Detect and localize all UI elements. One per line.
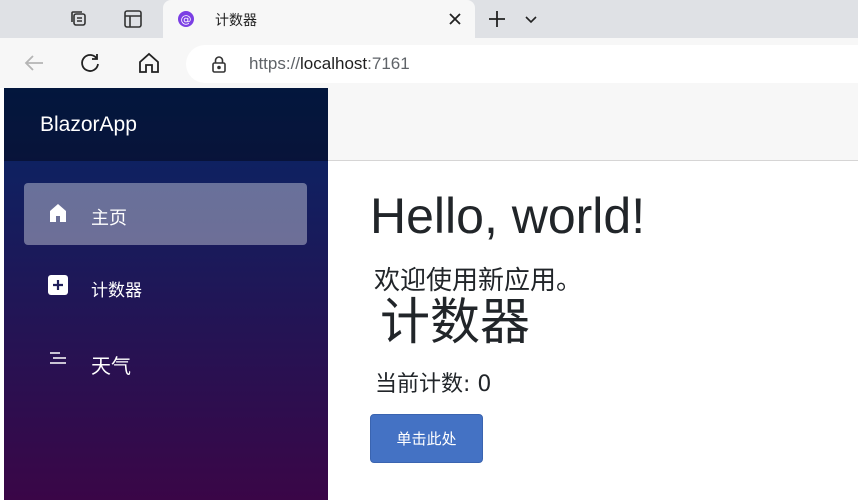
svg-text:@: @ (181, 13, 192, 26)
sidebar-item-home[interactable]: 主页 (24, 183, 307, 245)
brand-link[interactable]: BlazorApp (40, 113, 137, 137)
url-port: :7161 (367, 54, 410, 73)
list-icon (46, 347, 70, 371)
counter-heading: 计数器 (380, 293, 530, 351)
sidebar-item-counter[interactable]: 计数器 (24, 255, 307, 317)
click-me-button[interactable]: 单击此处 (370, 414, 483, 463)
sidebar-item-label: 天气 (91, 354, 131, 378)
chevron-down-icon[interactable] (522, 10, 540, 28)
url-host: localhost (300, 54, 368, 73)
close-tab-icon[interactable] (445, 9, 465, 29)
sidebar-item-weather[interactable]: 天气 (24, 329, 307, 391)
tab-actions-icon[interactable] (120, 6, 146, 32)
sidebar-header: BlazorApp (4, 88, 328, 161)
tab-title: 计数器 (215, 13, 257, 29)
sidebar: BlazorApp 主页 计数器 天气 (4, 88, 328, 500)
lock-icon[interactable] (210, 55, 228, 73)
refresh-icon[interactable] (78, 51, 102, 75)
address-bar[interactable]: https://localhost:7161 (186, 45, 858, 83)
plus-square-icon (46, 273, 70, 297)
workspaces-icon[interactable] (66, 6, 92, 32)
home-icon (46, 201, 70, 225)
active-tab[interactable]: @ 计数器 (163, 0, 475, 38)
back-arrow-icon[interactable] (22, 51, 46, 75)
sidebar-item-label: 计数器 (91, 281, 142, 301)
top-row (328, 88, 858, 161)
home-icon[interactable] (137, 51, 161, 75)
url-text[interactable]: https://localhost:7161 (249, 54, 410, 74)
blazor-favicon-icon: @ (177, 10, 195, 28)
url-scheme: https:// (249, 54, 301, 73)
current-count-text: 当前计数: 0 (375, 372, 492, 397)
sidebar-item-label: 主页 (91, 208, 127, 229)
browser-tab-strip: @ 计数器 (0, 0, 858, 38)
page-title: Hello, world! (370, 188, 646, 244)
new-tab-icon[interactable] (486, 8, 508, 30)
